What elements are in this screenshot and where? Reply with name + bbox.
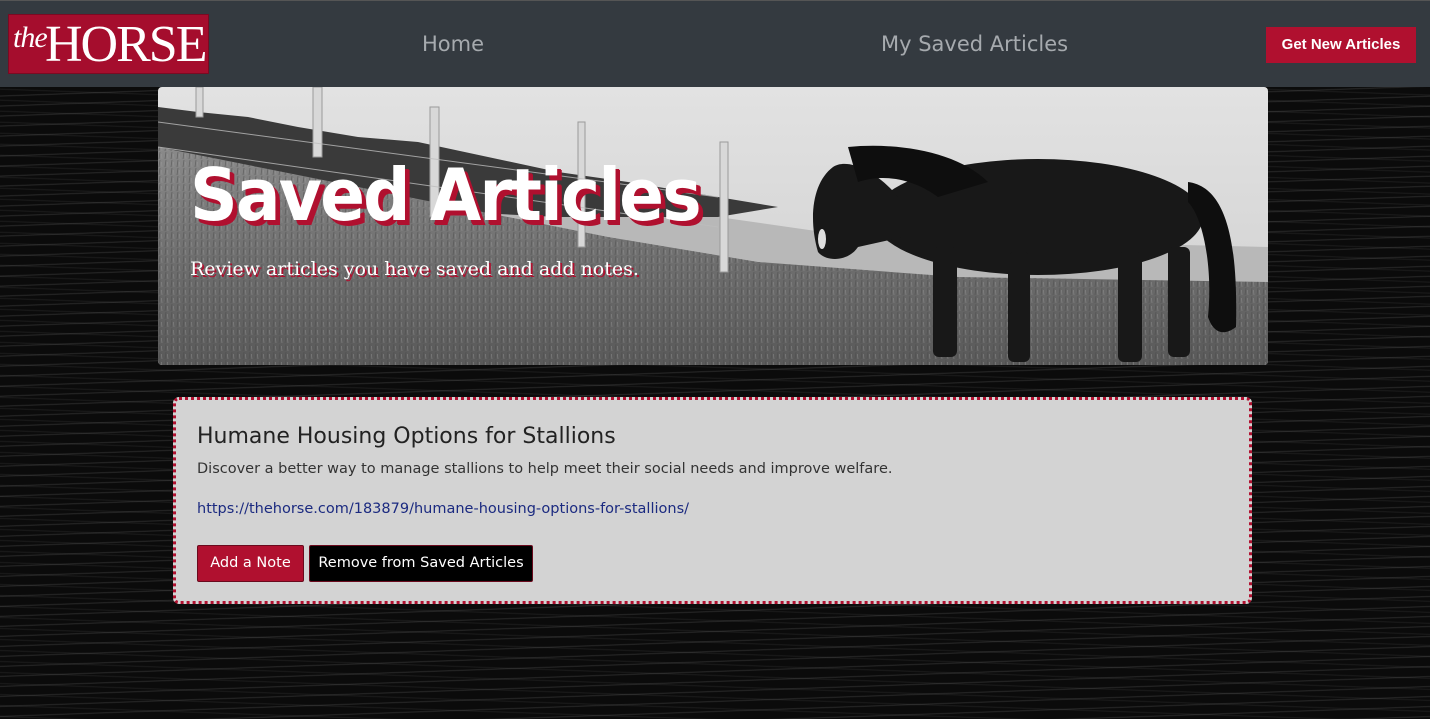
get-new-articles-button[interactable]: Get New Articles: [1266, 27, 1416, 63]
saved-article-card: Humane Housing Options for Stallions Dis…: [173, 397, 1252, 604]
article-summary: Discover a better way to manage stallion…: [197, 461, 893, 477]
nav-home-link[interactable]: Home: [422, 32, 484, 56]
article-title: Humane Housing Options for Stallions: [197, 424, 616, 449]
brand-logo-horse: HORSE: [45, 16, 207, 73]
remove-saved-article-button[interactable]: Remove from Saved Articles: [309, 545, 533, 582]
add-note-button[interactable]: Add a Note: [197, 545, 304, 582]
brand-logo[interactable]: the HORSE: [8, 14, 209, 74]
hero-banner: Saved Articles Review articles you have …: [158, 87, 1268, 365]
nav-saved-articles-link[interactable]: My Saved Articles: [881, 32, 1068, 56]
brand-logo-the: the: [13, 21, 48, 54]
navbar: the HORSE Home My Saved Articles Get New…: [0, 0, 1430, 87]
page-subtitle: Review articles you have saved and add n…: [190, 258, 639, 280]
article-link[interactable]: https://thehorse.com/183879/humane-housi…: [197, 501, 689, 517]
page-title: Saved Articles: [190, 153, 702, 237]
